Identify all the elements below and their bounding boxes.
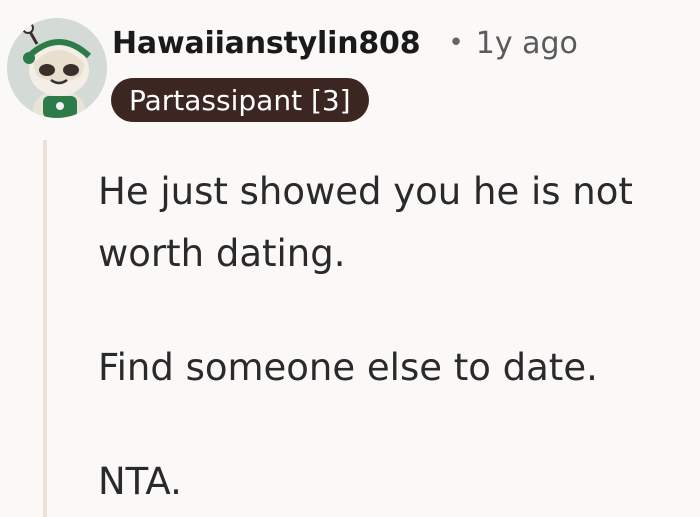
user-avatar[interactable]	[7, 18, 107, 118]
comment-body: He just showed you he is not worth datin…	[98, 161, 688, 513]
comment-paragraph: Find someone else to date.	[98, 346, 598, 389]
snoo-avatar-icon	[7, 18, 107, 118]
username-link[interactable]: Hawaiianstylin808	[112, 26, 421, 61]
thread-collapse-line[interactable]	[43, 140, 47, 517]
comment-meta: Hawaiianstylin808 • 1y ago	[112, 22, 578, 64]
comment: Hawaiianstylin808 • 1y ago Partassipant …	[0, 0, 700, 517]
comment-paragraph: He just showed you he is not worth datin…	[98, 170, 633, 275]
meta-separator: •	[448, 28, 464, 58]
user-flair-badge: Partassipant [3]	[111, 78, 369, 122]
comment-age[interactable]: 1y ago	[476, 26, 578, 61]
comment-paragraph: NTA.	[98, 460, 182, 503]
